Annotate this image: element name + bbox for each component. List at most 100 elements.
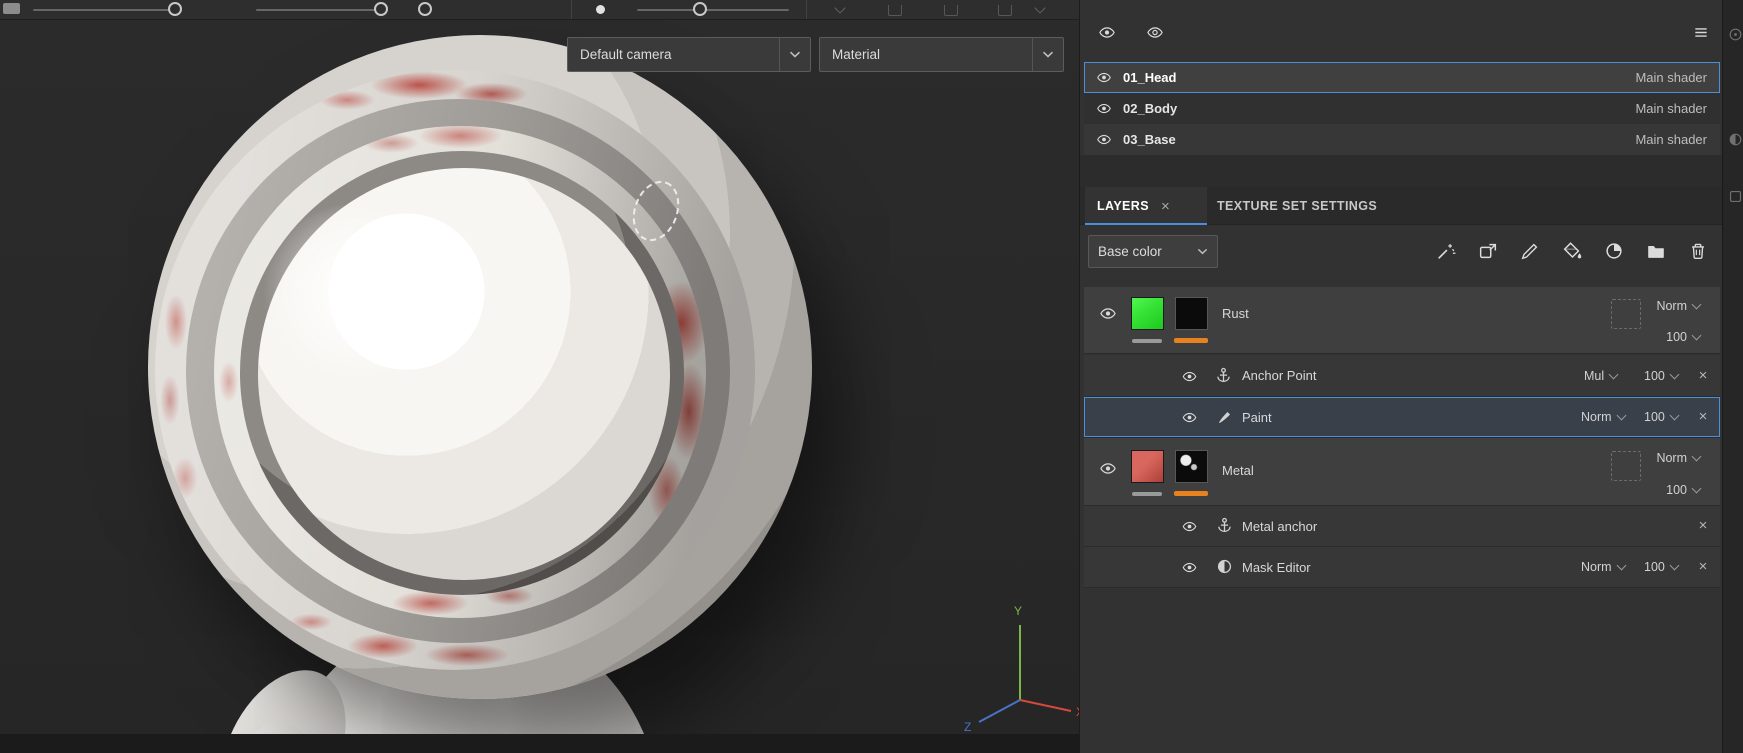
blend-mode-dropdown[interactable]: Norm [1581, 410, 1627, 424]
slider-track[interactable] [33, 9, 178, 11]
remove-effect-button[interactable]: × [1696, 517, 1710, 534]
add-folder-icon[interactable] [1645, 240, 1667, 262]
effect-name: Anchor Point [1242, 368, 1317, 383]
blend-mode-value: Norm [1581, 560, 1612, 574]
chevron-down-icon [1669, 369, 1680, 380]
visibility-icon[interactable] [1097, 460, 1119, 477]
mask-thumbnail[interactable] [1175, 450, 1208, 483]
tab-layers[interactable]: LAYERS × [1085, 187, 1207, 225]
toolbar-icon[interactable] [944, 5, 958, 16]
layer-row-metal[interactable]: Metal Norm 100 [1084, 438, 1720, 506]
viewport-3d[interactable]: Default camera Material Y X Z [0, 20, 1079, 753]
channel-dropdown[interactable]: Base color [1088, 235, 1218, 268]
opacity-dropdown[interactable]: 100 [1644, 410, 1680, 424]
slider-dot[interactable] [596, 5, 605, 14]
blend-mode-dropdown[interactable]: Norm [1656, 451, 1702, 465]
tab-close-icon[interactable]: × [1161, 198, 1170, 215]
blend-mode-dropdown[interactable]: Mul [1584, 369, 1619, 383]
display-mode-dropdown[interactable]: Material [819, 37, 1064, 72]
chevron-down-icon[interactable] [834, 2, 846, 14]
effect-row-anchor-point[interactable]: Anchor Point Mul 100 × [1084, 355, 1720, 397]
add-smart-material-icon[interactable] [1603, 240, 1625, 262]
panel-menu-icon[interactable] [1691, 24, 1711, 41]
opacity-dropdown[interactable]: 100 [1666, 483, 1702, 497]
add-effect-icon[interactable] [1435, 240, 1457, 262]
layer-name: Rust [1222, 306, 1249, 321]
visibility-outline-icon[interactable] [1144, 24, 1166, 41]
tab-texture-set-settings[interactable]: TEXTURE SET SETTINGS [1207, 187, 1377, 225]
texture-set-name: 01_Head [1123, 70, 1177, 85]
opacity-dropdown[interactable]: 100 [1644, 560, 1680, 574]
visibility-icon[interactable] [1180, 369, 1199, 384]
effect-row-metal-anchor[interactable]: Metal anchor × [1084, 506, 1720, 547]
visibility-icon[interactable] [1180, 560, 1199, 575]
layer-stack-toolbar [1435, 240, 1709, 262]
dock-tool-icon[interactable] [1727, 131, 1743, 148]
camera-dropdown[interactable]: Default camera [567, 37, 811, 72]
visibility-icon[interactable] [1094, 132, 1114, 147]
tab-texture-set-settings-label: TEXTURE SET SETTINGS [1217, 199, 1378, 213]
dock-tool-icon[interactable] [1727, 188, 1743, 205]
visibility-icon[interactable] [1097, 305, 1119, 322]
chevron-down-icon [1669, 410, 1680, 421]
slider-knob[interactable] [418, 2, 432, 16]
slider-track[interactable] [637, 9, 789, 11]
material-slot-placeholder[interactable] [1611, 451, 1641, 481]
remove-effect-button[interactable]: × [1696, 558, 1710, 575]
texture-set-row-body[interactable]: 02_Body Main shader [1084, 93, 1720, 124]
visibility-icon[interactable] [1094, 101, 1114, 116]
toolbar-widget[interactable] [3, 3, 20, 14]
remove-effect-button[interactable]: × [1696, 408, 1710, 425]
axis-x-label: X [1076, 705, 1079, 719]
texture-set-name: 02_Body [1123, 101, 1178, 116]
opacity-value: 100 [1644, 410, 1665, 424]
flood-fill-icon[interactable] [1561, 240, 1583, 262]
chevron-down-icon [1691, 299, 1702, 310]
axis-y-label: Y [1014, 604, 1022, 618]
blend-mode-dropdown[interactable]: Norm [1581, 560, 1627, 574]
anchor-icon [1215, 516, 1234, 535]
toolbar-icon[interactable] [998, 5, 1012, 16]
blend-mode-value: Norm [1581, 410, 1612, 424]
remove-effect-button[interactable]: × [1696, 367, 1710, 384]
texture-set-row-base[interactable]: 03_Base Main shader [1084, 124, 1720, 155]
shader-label: Main shader [1635, 70, 1707, 85]
layer-row-rust[interactable]: Rust Norm 100 [1084, 287, 1720, 354]
right-panel: 01_Head Main shader 02_Body Main shader … [1079, 0, 1722, 753]
effect-row-mask-editor[interactable]: Mask Editor Norm 100 × [1084, 547, 1720, 588]
texture-set-name: 03_Base [1123, 132, 1176, 147]
toolbar-icon[interactable] [888, 5, 902, 16]
toolbar-separator [806, 0, 807, 19]
slider-knob[interactable] [374, 2, 388, 16]
axis-z-label: Z [964, 720, 971, 734]
fill-thumbnail[interactable] [1131, 450, 1164, 483]
blend-mode-dropdown[interactable]: Norm [1656, 299, 1702, 313]
visibility-icon[interactable] [1180, 519, 1199, 534]
blend-mode-value: Mul [1584, 369, 1605, 383]
add-fill-layer-icon[interactable] [1477, 240, 1499, 262]
layer-name: Metal [1222, 463, 1254, 478]
add-paint-layer-icon[interactable] [1519, 240, 1541, 262]
texture-set-header [1080, 0, 1722, 62]
active-channel-underline [1174, 338, 1208, 343]
effect-row-paint[interactable]: Paint Norm 100 × [1084, 397, 1720, 438]
slider-track[interactable] [256, 9, 383, 11]
fill-thumbnail[interactable] [1131, 297, 1164, 330]
texture-set-row-head[interactable]: 01_Head Main shader [1084, 62, 1720, 93]
visibility-icon[interactable] [1094, 70, 1114, 85]
dock-tool-icon[interactable] [1727, 26, 1743, 43]
mask-thumbnail[interactable] [1175, 297, 1208, 330]
dropdown-divider [779, 38, 780, 71]
blend-mode-value: Norm [1656, 451, 1687, 465]
visibility-icon[interactable] [1096, 24, 1118, 41]
slider-knob[interactable] [693, 2, 707, 16]
delete-layer-icon[interactable] [1687, 240, 1709, 262]
visibility-icon[interactable] [1180, 410, 1199, 425]
material-slot-placeholder[interactable] [1611, 299, 1641, 329]
panel-tabbar: LAYERS × TEXTURE SET SETTINGS [1080, 187, 1722, 225]
chevron-down-icon[interactable] [1034, 2, 1046, 14]
axis-gizmo[interactable]: Y X Z [955, 595, 1079, 735]
slider-knob[interactable] [168, 2, 182, 16]
opacity-dropdown[interactable]: 100 [1666, 330, 1702, 344]
opacity-dropdown[interactable]: 100 [1644, 369, 1680, 383]
